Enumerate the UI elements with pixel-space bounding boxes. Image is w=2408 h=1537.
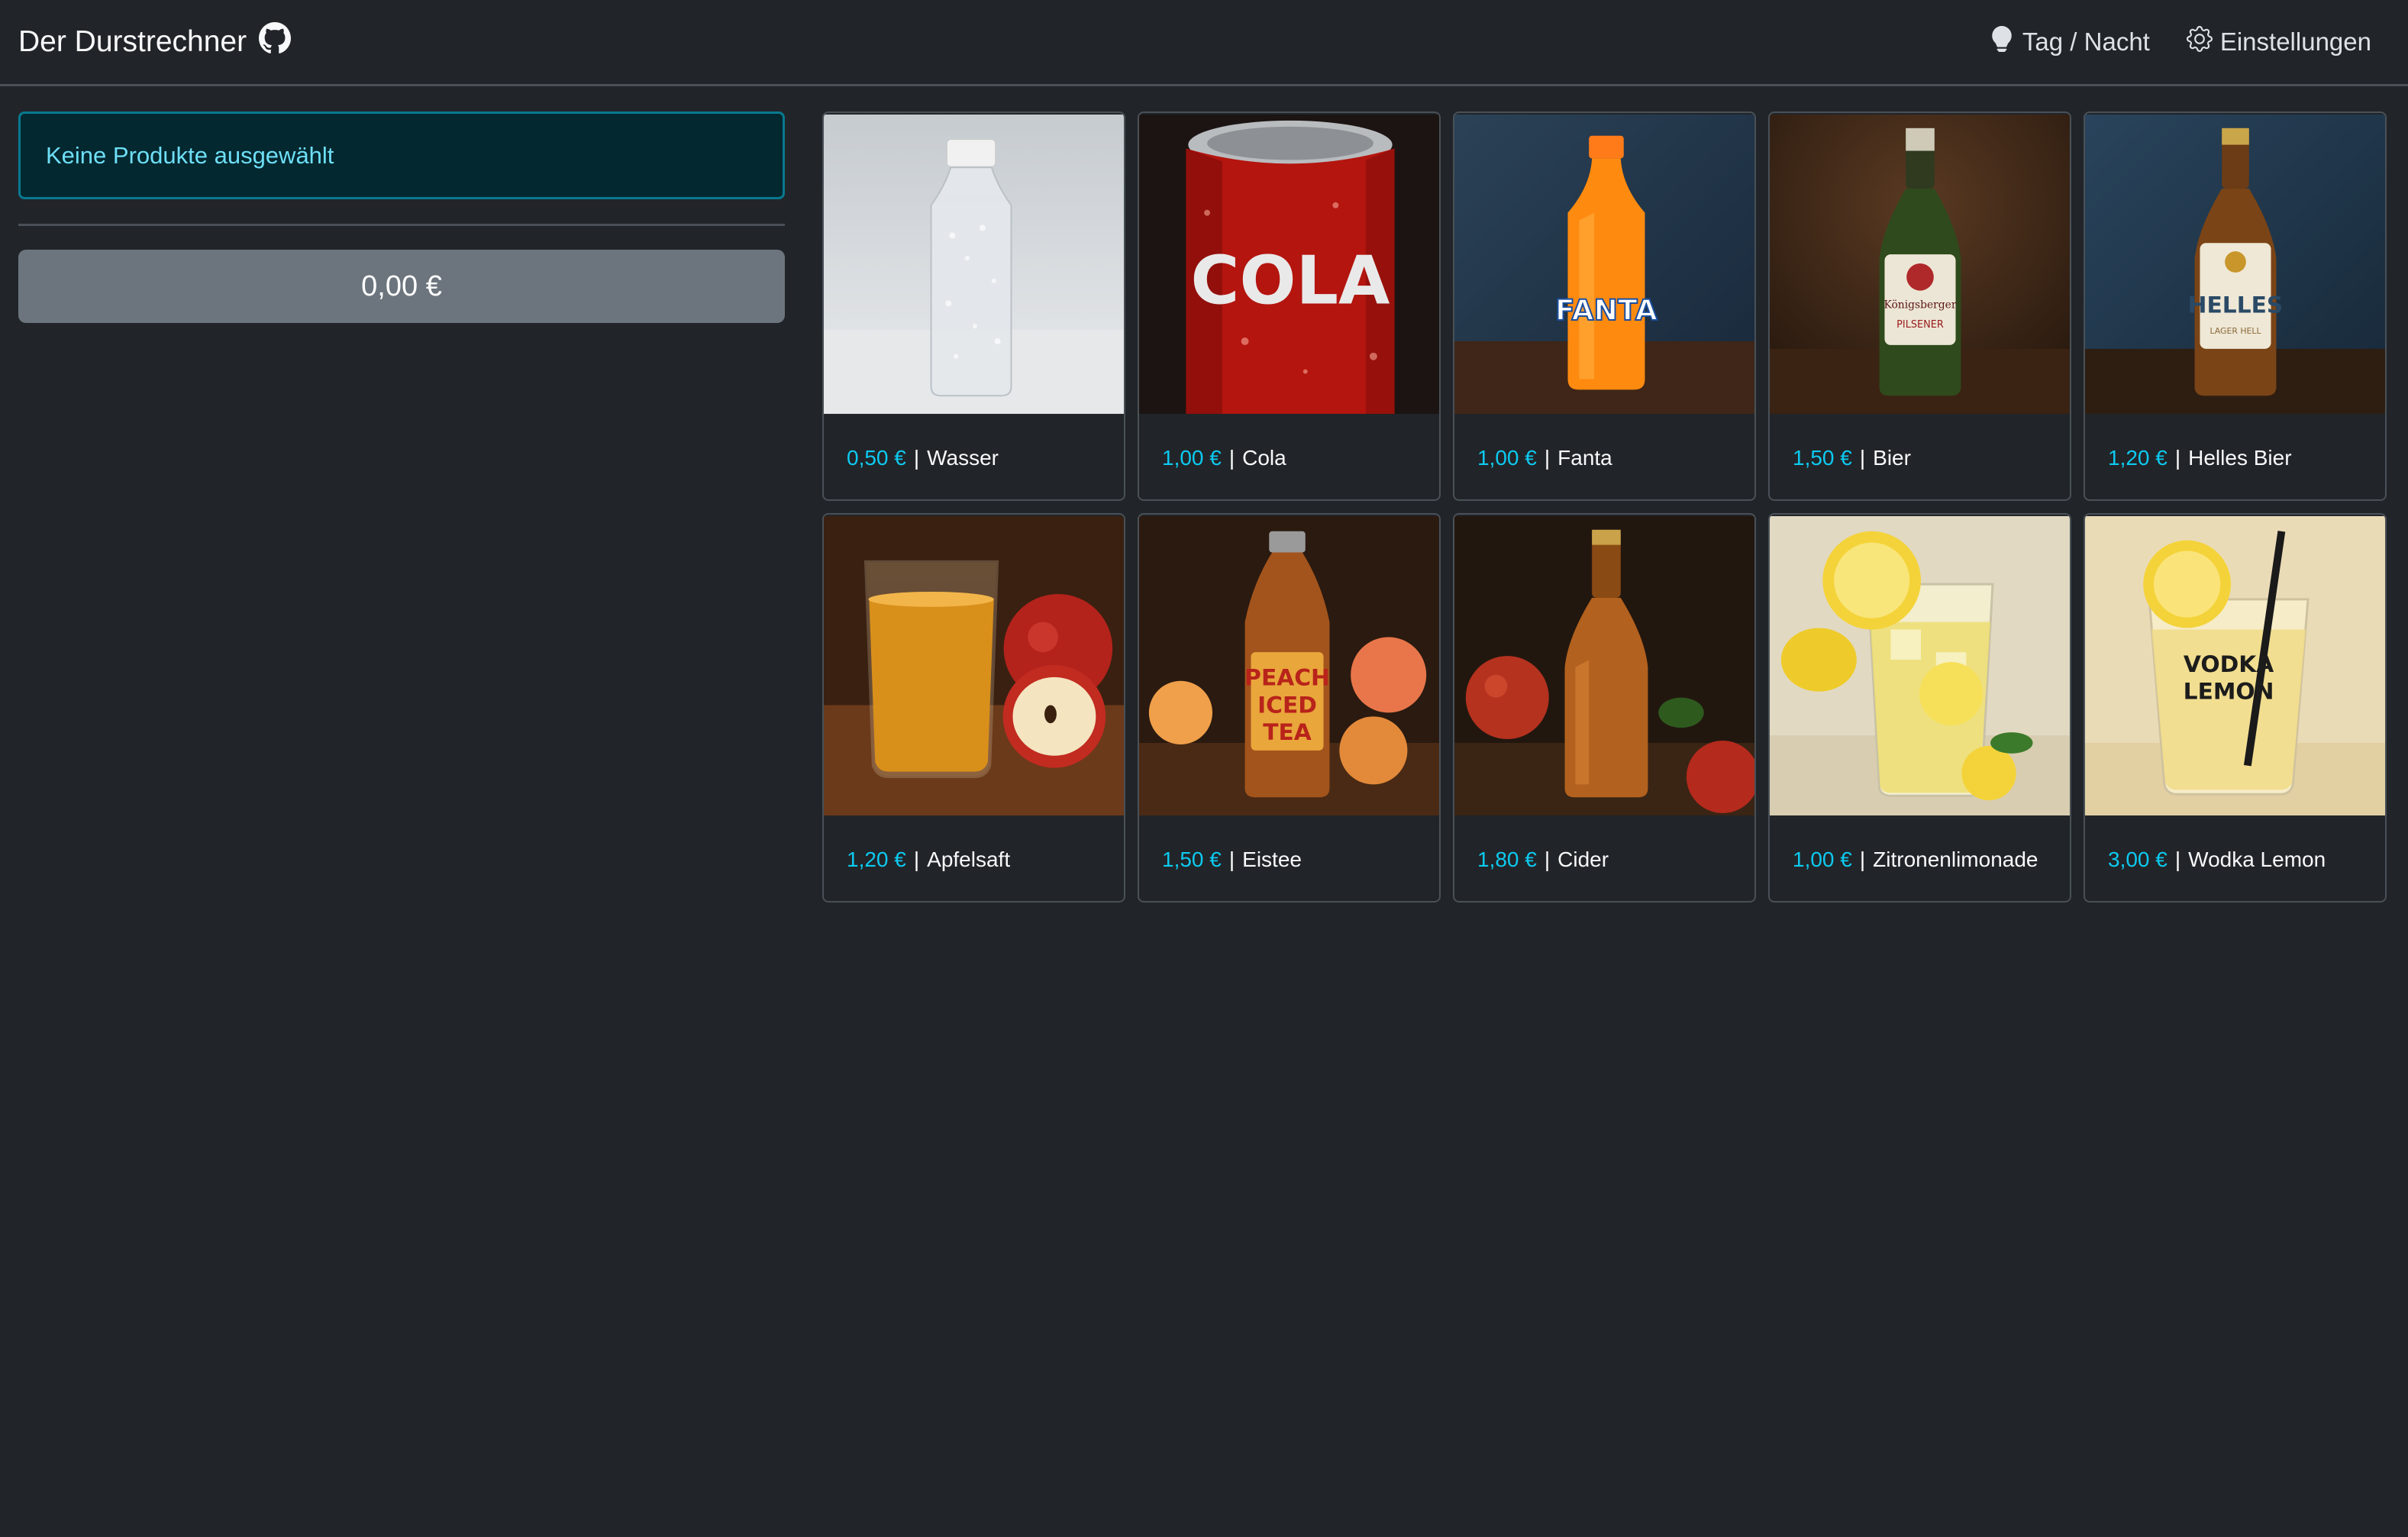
- svg-text:ICED: ICED: [1257, 692, 1317, 718]
- app-title: Der Durstrechner: [18, 25, 247, 58]
- settings-link[interactable]: Einstellungen: [2186, 26, 2371, 58]
- product-price: 1,50 €: [1793, 446, 1852, 470]
- apple-juice-image: [824, 515, 1124, 817]
- day-night-toggle[interactable]: Tag / Nacht: [1989, 25, 2150, 58]
- product-card-fanta[interactable]: FANTA 1,00 € | Fanta: [1453, 111, 1756, 501]
- product-caption: 1,00 € | Cola: [1162, 446, 1286, 470]
- product-name: Wasser: [927, 446, 999, 470]
- product-card-cider[interactable]: 1,80 € | Cider: [1453, 513, 1756, 903]
- cider-bottle-image: [1454, 515, 1754, 817]
- empty-selection-alert: Keine Produkte ausgewählt: [18, 111, 785, 199]
- svg-text:LAGER HELL: LAGER HELL: [2209, 326, 2261, 336]
- total-button[interactable]: 0,00 €: [18, 250, 785, 323]
- svg-text:PILSENER: PILSENER: [1896, 319, 1944, 331]
- product-card-wodka-lemon[interactable]: VODKA LEMON 3,00 € | Wodka Lemon: [2084, 513, 2387, 903]
- product-card-helles-bier[interactable]: HELLES LAGER HELL 1,20 € | Helles Bier: [2084, 111, 2387, 501]
- product-name: Zitronenlimonade: [1873, 848, 2038, 871]
- svg-text:COLA: COLA: [1191, 241, 1390, 319]
- product-caption: 1,00 € | Zitronenlimonade: [1793, 848, 2038, 871]
- day-night-label: Tag / Nacht: [2022, 27, 2150, 56]
- github-icon[interactable]: [259, 22, 292, 62]
- fanta-bottle-image: FANTA: [1454, 113, 1754, 415]
- product-caption: 1,50 € | Eistee: [1162, 848, 1302, 871]
- sidebar: Keine Produkte ausgewählt 0,00 €: [18, 111, 785, 323]
- lemonade-glass-image: [1770, 515, 2070, 817]
- product-price: 1,00 €: [1162, 446, 1222, 470]
- svg-text:LEMON: LEMON: [2184, 679, 2274, 706]
- product-caption: 1,20 € | Apfelsaft: [847, 848, 1011, 871]
- product-price: 0,50 €: [847, 446, 906, 470]
- brand[interactable]: Der Durstrechner: [18, 22, 292, 62]
- svg-text:TEA: TEA: [1263, 719, 1312, 746]
- product-card-eistee[interactable]: PEACH ICED TEA 1,50 € | Eistee: [1138, 513, 1441, 903]
- gear-icon: [2186, 26, 2213, 58]
- helles-bottle-image: HELLES LAGER HELL: [2085, 113, 2385, 415]
- product-name: Bier: [1873, 446, 1911, 470]
- product-price: 3,00 €: [2108, 848, 2168, 871]
- empty-selection-message: Keine Produkte ausgewählt: [46, 141, 334, 169]
- product-name: Apfelsaft: [927, 848, 1011, 871]
- product-caption: 1,00 € | Fanta: [1477, 446, 1612, 470]
- product-name: Cola: [1242, 446, 1286, 470]
- lightbulb-icon: [1989, 25, 2015, 58]
- divider: [18, 224, 785, 226]
- iced-tea-bottle-image: PEACH ICED TEA: [1139, 515, 1439, 817]
- product-grid: 0,50 € | Wasser COLA 1,00 € | Cola FANTA…: [822, 111, 2389, 903]
- vodka-lemon-glass-image: VODKA LEMON: [2085, 515, 2385, 817]
- svg-text:FANTA: FANTA: [1555, 293, 1658, 327]
- product-price: 1,50 €: [1162, 848, 1222, 871]
- product-name: Helles Bier: [2188, 446, 2292, 470]
- total-amount: 0,00 €: [361, 270, 442, 302]
- water-bottle-image: [824, 113, 1124, 415]
- settings-label: Einstellungen: [2219, 27, 2371, 56]
- product-name: Wodka Lemon: [2188, 848, 2326, 871]
- product-name: Eistee: [1242, 848, 1302, 871]
- product-price: 1,80 €: [1477, 848, 1537, 871]
- product-card-zitronenlimonade[interactable]: 1,00 € | Zitronenlimonade: [1768, 513, 2071, 903]
- product-caption: 1,80 € | Cider: [1477, 848, 1609, 871]
- cola-can-image: COLA: [1139, 113, 1439, 415]
- product-name: Cider: [1557, 848, 1609, 871]
- product-price: 1,20 €: [847, 848, 906, 871]
- product-caption: 3,00 € | Wodka Lemon: [2108, 848, 2326, 871]
- beer-bottle-image: Königsberger PILSENER: [1770, 113, 2070, 415]
- product-price: 1,00 €: [1477, 446, 1537, 470]
- product-card-apfelsaft[interactable]: 1,20 € | Apfelsaft: [822, 513, 1125, 903]
- product-name: Fanta: [1557, 446, 1612, 470]
- svg-text:HELLES: HELLES: [2188, 292, 2284, 318]
- svg-text:VODKA: VODKA: [2184, 651, 2274, 678]
- svg-text:Königsberger: Königsberger: [1884, 299, 1957, 311]
- product-price: 1,20 €: [2108, 446, 2168, 470]
- product-caption: 0,50 € | Wasser: [847, 446, 999, 470]
- product-price: 1,00 €: [1793, 848, 1852, 871]
- product-card-wasser[interactable]: 0,50 € | Wasser: [822, 111, 1125, 501]
- product-caption: 1,50 € | Bier: [1793, 446, 1911, 470]
- product-card-cola[interactable]: COLA 1,00 € | Cola: [1138, 111, 1441, 501]
- product-caption: 1,20 € | Helles Bier: [2108, 446, 2292, 470]
- svg-text:PEACH: PEACH: [1244, 665, 1330, 692]
- product-card-bier[interactable]: Königsberger PILSENER 1,50 € | Bier: [1768, 111, 2071, 501]
- navbar: Der Durstrechner Tag / Nacht Einstellung…: [0, 0, 2408, 86]
